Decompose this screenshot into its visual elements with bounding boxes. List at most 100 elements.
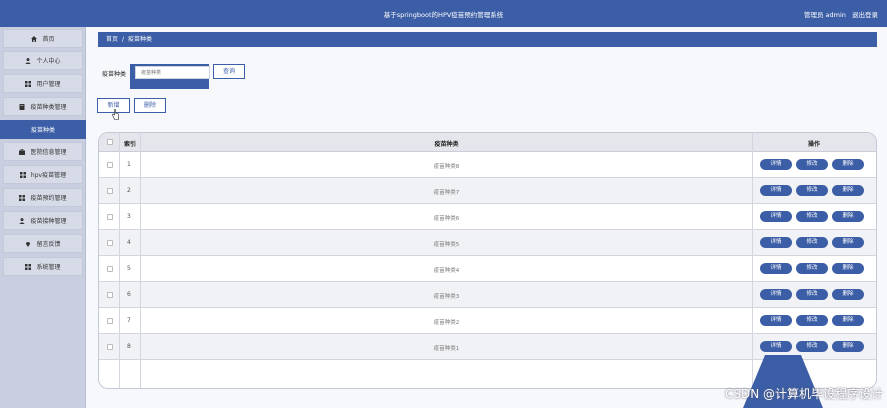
sidebar-item-vaccination[interactable]: 疫苗接种管理 — [3, 211, 83, 230]
row-checkbox[interactable] — [107, 214, 113, 220]
row-checkbox[interactable] — [107, 162, 113, 168]
column-divider — [140, 133, 141, 388]
row-delete-button[interactable]: 删除 — [832, 263, 864, 274]
search-input[interactable] — [135, 66, 210, 79]
row-name: 疫苗种类7 — [433, 190, 460, 196]
book-icon — [19, 103, 25, 110]
pin-icon — [25, 241, 31, 247]
row-name: 疫苗种类5 — [433, 242, 460, 248]
search-label: 疫苗种类 — [102, 71, 127, 78]
table-row: 1 疫苗种类8 详情 修改 删除 — [99, 152, 876, 178]
sidebar-item-home[interactable]: 首页 — [3, 29, 83, 48]
sidebar-item-vaccine-type[interactable]: 疫苗种类 — [0, 120, 86, 139]
edit-button[interactable]: 修改 — [796, 289, 828, 300]
row-delete-button[interactable]: 删除 — [832, 289, 864, 300]
search-input-wrapper — [130, 64, 210, 89]
edit-button[interactable]: 修改 — [796, 237, 828, 248]
row-delete-button[interactable]: 删除 — [832, 159, 864, 170]
row-index: 3 — [127, 213, 131, 220]
grid-icon — [25, 80, 32, 87]
column-header-ops: 操作 — [807, 141, 820, 148]
row-checkbox[interactable] — [107, 240, 113, 246]
breadcrumb-home[interactable]: 首页 — [106, 36, 118, 43]
breadcrumb-separator: / — [122, 36, 125, 43]
person-icon — [19, 217, 26, 224]
edit-button[interactable]: 修改 — [796, 211, 828, 222]
detail-button[interactable]: 详情 — [760, 237, 792, 248]
sidebar-item-label: 个人中心 — [36, 58, 61, 65]
row-checkbox[interactable] — [107, 344, 113, 350]
column-header-name: 疫苗种类 — [434, 141, 459, 148]
row-name: 疫苗种类1 — [433, 346, 460, 352]
search-button[interactable]: 查询 — [213, 64, 245, 79]
sidebar-item-system[interactable]: 系统管理 — [3, 257, 83, 276]
sidebar-item-vaccine-type-mgmt[interactable]: 疫苗种类管理 — [3, 97, 83, 116]
app-title: 基于springboot的HPV疫苗预约管理系统 — [383, 11, 504, 19]
edit-button[interactable]: 修改 — [796, 263, 828, 274]
breadcrumb-current: 疫苗种类 — [128, 36, 153, 43]
column-divider — [119, 133, 120, 388]
edit-button[interactable]: 修改 — [796, 341, 828, 352]
top-bar: 基于springboot的HPV疫苗预约管理系统 管理员 admin 退出登录 — [0, 0, 887, 27]
sidebar-item-hospital[interactable]: 医院信息管理 — [3, 142, 83, 161]
detail-button[interactable]: 详情 — [760, 159, 792, 170]
edit-button[interactable]: 修改 — [796, 159, 828, 170]
user-label: 管理员 admin — [803, 11, 846, 19]
row-name: 疫苗种类3 — [433, 294, 460, 300]
row-delete-button[interactable]: 删除 — [832, 185, 864, 196]
row-index: 5 — [127, 265, 131, 272]
edit-button[interactable]: 修改 — [796, 315, 828, 326]
table-row: 7 疫苗种类2 详情 修改 删除 — [99, 308, 876, 334]
sidebar-item-label: 系统管理 — [36, 264, 61, 271]
detail-button[interactable]: 详情 — [760, 289, 792, 300]
table-row: 4 疫苗种类5 详情 修改 删除 — [99, 230, 876, 256]
table-row: 2 疫苗种类7 详情 修改 删除 — [99, 178, 876, 204]
sidebar-item-label: 医院信息管理 — [30, 149, 67, 156]
table-header: 索引 疫苗种类 操作 — [99, 133, 876, 152]
sidebar-item-label: 用户管理 — [36, 81, 61, 88]
main-content: 首页/疫苗种类 疫苗种类 查询 新增 删除 索引 疫苗种类 操作 1 疫苗种类8… — [86, 27, 887, 408]
sidebar-item-appointment[interactable]: 疫苗预约管理 — [3, 188, 83, 207]
select-all-checkbox[interactable] — [107, 139, 113, 145]
row-checkbox[interactable] — [107, 318, 113, 324]
home-icon — [31, 35, 38, 42]
row-index: 6 — [127, 291, 131, 298]
row-delete-button[interactable]: 删除 — [832, 211, 864, 222]
edit-button[interactable]: 修改 — [796, 185, 828, 196]
row-name: 疫苗种类8 — [433, 164, 460, 170]
column-header-index: 索引 — [124, 141, 137, 148]
watermark: CSDN @计算机毕设程序设计 — [724, 387, 883, 401]
row-checkbox[interactable] — [107, 292, 113, 298]
row-checkbox[interactable] — [107, 266, 113, 272]
sidebar-item-label: 疫苗种类管理 — [30, 104, 67, 111]
delete-button[interactable]: 删除 — [134, 98, 166, 113]
table-row: 5 疫苗种类4 详情 修改 删除 — [99, 256, 876, 282]
sidebar-item-label: 留言反馈 — [36, 241, 61, 248]
detail-button[interactable]: 详情 — [760, 211, 792, 222]
sidebar-item-feedback[interactable]: 留言反馈 — [3, 234, 83, 253]
hand-cursor-icon — [112, 109, 119, 120]
detail-button[interactable]: 详情 — [760, 341, 792, 352]
logout-link[interactable]: 退出登录 — [852, 11, 878, 19]
sidebar-item-label: 疫苗预约管理 — [30, 195, 67, 202]
detail-button[interactable]: 详情 — [760, 315, 792, 326]
row-index: 8 — [127, 343, 131, 350]
row-checkbox[interactable] — [107, 188, 113, 194]
sidebar-item-users[interactable]: 用户管理 — [3, 74, 83, 93]
row-delete-button[interactable]: 删除 — [832, 315, 864, 326]
user-area: 管理员 admin 退出登录 — [800, 9, 878, 19]
breadcrumb: 首页 / 疫苗种类 — [98, 32, 877, 47]
row-delete-button[interactable]: 删除 — [832, 237, 864, 248]
row-index: 2 — [127, 187, 131, 194]
row-index: 7 — [127, 317, 131, 324]
sidebar-item-profile[interactable]: 个人中心 — [3, 51, 83, 70]
sidebar: 首页 个人中心 用户管理 疫苗种类管理 疫苗种类 医院信息管理 hpv疫苗管理 — [0, 27, 86, 408]
sidebar-item-hpv[interactable]: hpv疫苗管理 — [3, 165, 83, 184]
detail-button[interactable]: 详情 — [760, 185, 792, 196]
grid-icon — [25, 263, 32, 270]
person-icon — [25, 57, 32, 64]
table-row: 3 疫苗种类6 详情 修改 删除 — [99, 204, 876, 230]
detail-button[interactable]: 详情 — [760, 263, 792, 274]
row-delete-button[interactable]: 删除 — [832, 341, 864, 352]
grid-icon — [19, 171, 26, 178]
